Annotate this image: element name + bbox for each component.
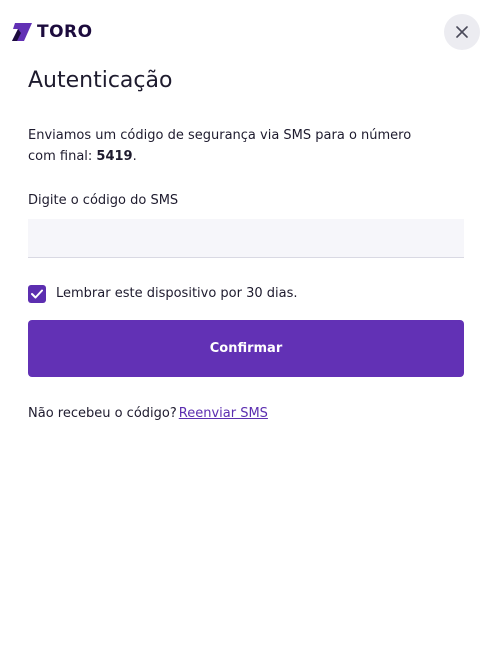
code-field-label: Digite o código do SMS: [28, 193, 179, 208]
resend-sms-link[interactable]: Reenviar SMS: [179, 406, 268, 421]
remember-device-checkbox[interactable]: Lembrar este dispositivo por 30 dias.: [28, 285, 298, 303]
description-text: Enviamos um código de segurança via SMS …: [28, 128, 412, 164]
remember-device-label: Lembrar este dispositivo por 30 dias.: [56, 286, 298, 301]
header: TORO: [0, 0, 494, 64]
page-title: Autenticação: [28, 68, 173, 93]
checkbox-checked-icon[interactable]: [28, 285, 46, 303]
close-icon: [456, 26, 468, 38]
toro-logo: TORO: [12, 22, 93, 42]
sms-code-input[interactable]: [28, 219, 464, 258]
toro-logo-icon: [12, 23, 32, 41]
sms-description: Enviamos um código de segurança via SMS …: [28, 125, 428, 167]
confirm-button[interactable]: Confirmar: [28, 320, 464, 377]
close-button[interactable]: [444, 14, 480, 50]
resend-row: Não recebeu o código? Reenviar SMS: [28, 405, 268, 423]
brand-name: TORO: [37, 22, 93, 42]
resend-prompt: Não recebeu o código?: [28, 406, 177, 421]
phone-suffix: 5419: [96, 149, 133, 164]
description-end: .: [132, 149, 137, 164]
